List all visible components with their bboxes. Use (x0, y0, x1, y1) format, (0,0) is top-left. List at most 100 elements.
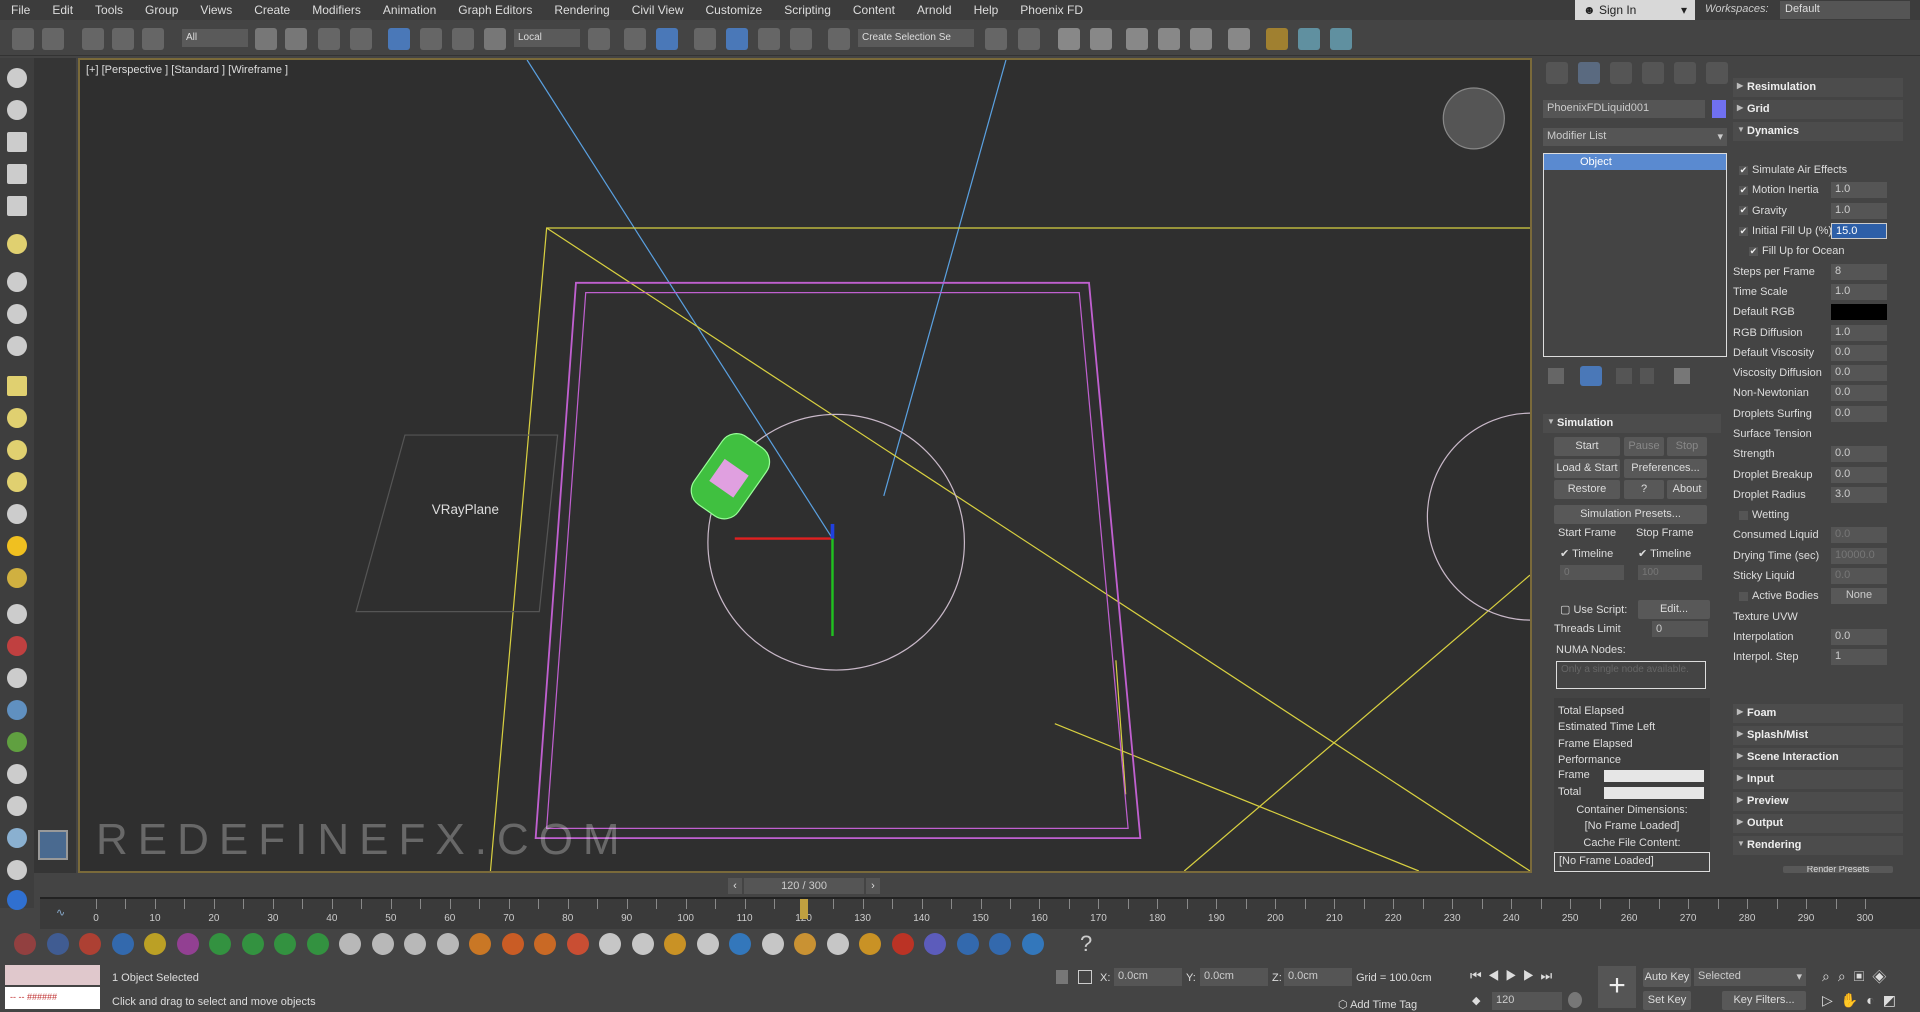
time-slider-thumb[interactable]: 120 / 300 (744, 878, 864, 894)
key-mode-toggle-icon[interactable]: ◆ (1472, 994, 1480, 1007)
pause-button[interactable]: Pause (1624, 437, 1664, 456)
sphere-icon[interactable] (7, 890, 27, 910)
workspace-dropdown[interactable]: Default (1780, 1, 1910, 19)
phoenix-tool-icon[interactable] (501, 933, 524, 955)
align-icon[interactable] (1018, 28, 1040, 50)
help-icon[interactable]: ? (1080, 931, 1092, 957)
add-time-tag-button[interactable]: ⬡ Add Time Tag (1338, 998, 1417, 1011)
checkbox[interactable]: ✔ (1739, 226, 1748, 236)
viewport-label[interactable]: [+] [Perspective ] [Standard ] [Wirefram… (86, 64, 288, 76)
phoenix-tool-icon[interactable] (111, 933, 134, 955)
param-spinner[interactable]: 0.0 (1831, 568, 1887, 585)
selection-lock-icon[interactable] (656, 28, 678, 50)
fur-icon[interactable] (7, 764, 27, 784)
rollout-simulation[interactable]: ▼ Simulation (1543, 414, 1721, 433)
pan-icon[interactable]: ✋ (1841, 992, 1866, 1008)
cloud-icon[interactable] (7, 100, 27, 120)
previous-frame-button[interactable]: ‹ (728, 878, 742, 894)
phoenix-tool-icon[interactable] (371, 933, 394, 955)
checkbox[interactable]: ✔ (1739, 185, 1748, 195)
named-selection-dropdown[interactable]: Create Selection Se (858, 29, 974, 47)
phoenix-tool-icon[interactable] (436, 933, 459, 955)
x-coordinate-field[interactable]: 0.0cm (1114, 968, 1182, 986)
sphere-icon[interactable] (7, 440, 27, 460)
render-presets-button[interactable]: Render Presets (1783, 866, 1893, 873)
window-crossing-icon[interactable] (350, 28, 372, 50)
cone-icon[interactable] (7, 504, 27, 524)
set-key-icon[interactable]: + (1598, 966, 1636, 1008)
keyboard-shortcut-icon[interactable] (624, 28, 646, 50)
phoenix-tool-icon[interactable] (176, 933, 199, 955)
material-editor-icon[interactable] (1228, 28, 1250, 50)
link-icon[interactable] (82, 28, 104, 50)
param-spinner[interactable]: 0.0 (1831, 385, 1887, 402)
snap-toggle-icon[interactable] (694, 28, 716, 50)
go-to-start-icon[interactable]: ⏮ (1470, 968, 1488, 983)
bind-space-warp-icon[interactable] (142, 28, 164, 50)
move-icon[interactable] (388, 28, 410, 50)
restore-button[interactable]: Restore (1554, 480, 1620, 499)
phoenix-tool-icon[interactable] (956, 933, 979, 955)
rendered-frame-window-icon[interactable] (1298, 28, 1320, 50)
ring-icon[interactable] (7, 472, 27, 492)
edit-named-selection-icon[interactable] (828, 28, 850, 50)
viewport-navigation[interactable]: ⌕⌕▣◈ (1822, 968, 1894, 985)
maximize-viewport-icon[interactable]: ◩ (1883, 992, 1904, 1008)
param-spinner[interactable]: 0.0 (1831, 446, 1887, 463)
viewport-navigation-2[interactable]: ▷✋◐◩ (1822, 992, 1904, 1009)
simulation-presets-button[interactable]: Simulation Presets... (1554, 505, 1707, 524)
pin-stack-icon[interactable] (1548, 368, 1564, 384)
phoenix-tool-icon[interactable] (924, 933, 946, 955)
cache-content-list[interactable]: [No Frame Loaded] (1554, 852, 1710, 872)
angle-snap-icon[interactable] (726, 28, 748, 50)
param-spinner[interactable]: 10000.0 (1831, 547, 1887, 564)
stack-item-object[interactable]: Object (1544, 154, 1726, 170)
start-frame-field[interactable]: 0 (1560, 565, 1624, 580)
next-key-icon[interactable]: ▶ (1523, 968, 1541, 983)
key-filters-button[interactable]: Key Filters... (1722, 991, 1806, 1010)
phoenix-tool-icon[interactable] (274, 933, 296, 955)
start-timeline-checkbox[interactable]: ✔ Timeline (1560, 547, 1613, 560)
param-spinner[interactable]: 0.0 (1831, 527, 1887, 544)
place-icon[interactable] (484, 28, 506, 50)
selection-filter-dropdown[interactable]: All (182, 29, 248, 47)
about-button[interactable]: About (1667, 480, 1707, 499)
menu-views[interactable]: Views (189, 3, 243, 17)
rollout-grid[interactable]: ▶ Grid (1733, 100, 1903, 119)
create-tab-icon[interactable] (1546, 62, 1568, 84)
checkbox[interactable]: ✔ (1739, 206, 1748, 216)
phoenix-tool-icon[interactable] (1021, 933, 1044, 955)
modifier-list-dropdown[interactable]: Modifier List ▾ (1543, 128, 1727, 146)
sphere-icon[interactable] (7, 828, 27, 848)
show-end-result-icon[interactable] (1580, 366, 1602, 386)
checkbox[interactable] (1739, 510, 1748, 520)
param-spinner[interactable]: 0.0 (1831, 466, 1887, 483)
phoenix-tool-icon[interactable] (826, 933, 849, 955)
maxscript-listener[interactable] (5, 965, 100, 985)
checkbox[interactable]: ✔ (1749, 246, 1758, 256)
tool-icon[interactable] (7, 304, 27, 324)
scene-explorer-icon[interactable] (1058, 28, 1080, 50)
checkbox[interactable]: ✔ (1739, 165, 1748, 175)
menu-create[interactable]: Create (243, 3, 301, 17)
menu-edit[interactable]: Edit (41, 3, 84, 17)
mesh-icon[interactable] (7, 668, 27, 688)
stop-button[interactable]: Stop (1667, 437, 1707, 456)
remove-modifier-icon[interactable] (1640, 368, 1654, 384)
zoom-all-icon[interactable]: ⌕ (1838, 968, 1854, 984)
track-bar[interactable]: 0102030405060708090100110120130140150160… (40, 897, 1920, 929)
menu-phoenix-fd[interactable]: Phoenix FD (1009, 3, 1094, 17)
render-window-icon[interactable] (7, 132, 27, 152)
curve-editor-icon[interactable] (1158, 28, 1180, 50)
menu-arnold[interactable]: Arnold (906, 3, 963, 17)
phoenix-tool-icon[interactable] (469, 933, 491, 955)
phoenix-tool-icon[interactable] (664, 933, 686, 955)
display-tab-icon[interactable] (1674, 62, 1696, 84)
menu-animation[interactable]: Animation (372, 3, 447, 17)
reference-coordinate-dropdown[interactable]: Local (514, 29, 580, 47)
percent-snap-icon[interactable] (758, 28, 780, 50)
phoenix-tool-icon[interactable] (534, 933, 556, 955)
phoenix-tool-icon[interactable] (306, 933, 329, 955)
zoom-extents-all-icon[interactable]: ◈ (1872, 968, 1894, 984)
phoenix-tool-icon[interactable] (891, 933, 914, 955)
